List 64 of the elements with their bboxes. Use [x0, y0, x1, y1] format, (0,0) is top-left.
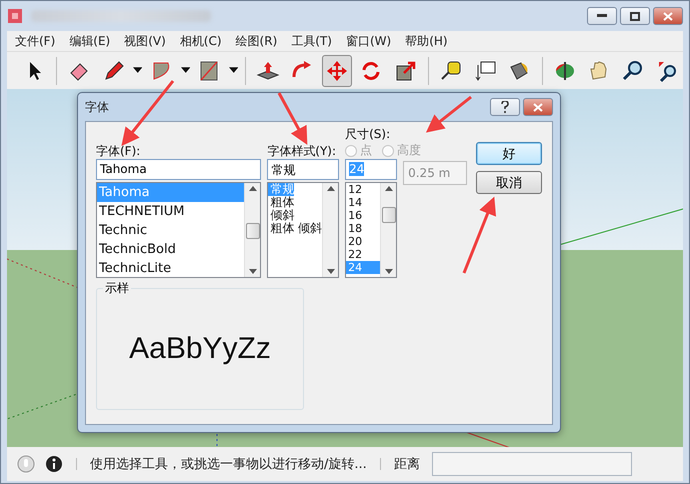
menu-item[interactable]: 编辑(E) — [67, 32, 112, 50]
dialog-title: 字体 — [85, 98, 109, 116]
field-label: 字体(F): — [96, 143, 142, 159]
scroll-thumb[interactable] — [246, 223, 260, 239]
size-list-item[interactable]: 20 — [346, 235, 380, 248]
dropdown-triangle-icon — [132, 67, 142, 74]
dialog-close-button[interactable] — [523, 98, 553, 116]
size-list[interactable]: 12 14 16 18 20 22 24 — [345, 182, 398, 278]
dropdown-triangle-icon — [180, 67, 190, 74]
dropdown-triangle-icon — [228, 67, 238, 74]
maximize-button[interactable] — [620, 7, 650, 25]
maximize-icon — [630, 12, 640, 20]
style-list-item[interactable]: 倾斜 — [268, 209, 294, 222]
scrollbar[interactable] — [244, 183, 260, 277]
measurement-field[interactable] — [432, 452, 632, 476]
annotation-arrow — [278, 92, 308, 145]
menu-item[interactable]: 工具(T) — [289, 32, 334, 50]
font-list-item[interactable]: TechnicBold — [97, 240, 244, 259]
size-list-item[interactable]: 14 — [346, 196, 380, 209]
close-icon — [663, 12, 673, 20]
move-arrows-icon — [324, 58, 349, 82]
font-list-item[interactable]: Technic — [97, 221, 244, 240]
scrollbar[interactable] — [380, 183, 396, 277]
style-list[interactable]: 常规 粗体 倾斜 粗体 倾斜 — [267, 182, 340, 278]
minimize-icon — [597, 14, 607, 18]
dialog-button[interactable]: 好 — [476, 142, 542, 165]
help-button[interactable] — [490, 98, 520, 116]
style-input-field[interactable]: 常规 — [267, 159, 340, 180]
field-label: 字体样式(Y): — [267, 143, 338, 159]
app-icon — [7, 8, 23, 24]
menu-item[interactable]: 绘图(R) — [234, 32, 280, 50]
size-list-item[interactable]: 22 — [346, 248, 380, 261]
menu-item[interactable]: 窗口(W) — [344, 32, 394, 50]
annotation-arrow — [426, 96, 472, 133]
group-label: 示样 — [103, 280, 131, 297]
font-input-field[interactable]: Tahoma — [96, 159, 262, 180]
field-label: 尺寸(S): — [345, 126, 392, 142]
font-list-item[interactable]: TECHNETIUM — [97, 202, 244, 221]
measurement-label: 距离 — [394, 456, 420, 473]
size-list-item[interactable]: 12 — [346, 183, 380, 196]
tape-measure-icon — [438, 58, 463, 82]
style-list-item[interactable]: 粗体 — [268, 196, 294, 209]
bulb-icon — [17, 455, 35, 473]
dialog-button[interactable]: 取消 — [476, 171, 542, 194]
minimize-button[interactable] — [587, 7, 617, 25]
annotation-arrow — [121, 80, 174, 146]
font-list-item[interactable]: TechnicLite — [97, 259, 244, 277]
scroll-thumb[interactable] — [382, 207, 396, 223]
size-list-item[interactable]: 18 — [346, 222, 380, 235]
style-list-item[interactable]: 粗体 倾斜 — [268, 222, 322, 235]
text-label-icon — [473, 58, 498, 82]
menu-item[interactable]: 相机(C) — [178, 32, 224, 50]
size-list-item[interactable]: 16 — [346, 209, 380, 222]
menu-item[interactable]: 文件(F) — [13, 32, 58, 50]
question-mark-icon — [501, 101, 509, 113]
font-list[interactable]: Tahoma TECHNETIUM Technic TechnicBold TechnicLite — [96, 182, 262, 278]
menu-item[interactable]: 视图(V) — [122, 32, 168, 50]
info-icon — [45, 455, 63, 473]
sample-text: AaBbYyZz — [129, 332, 271, 366]
close-icon — [533, 102, 543, 112]
scrollbar[interactable] — [322, 183, 338, 277]
close-button[interactable] — [653, 7, 683, 25]
menu-item[interactable]: 帮助(H) — [403, 32, 450, 50]
status-message: 使用选择工具，或挑选一事物以进行移动/旋转... — [90, 456, 367, 473]
